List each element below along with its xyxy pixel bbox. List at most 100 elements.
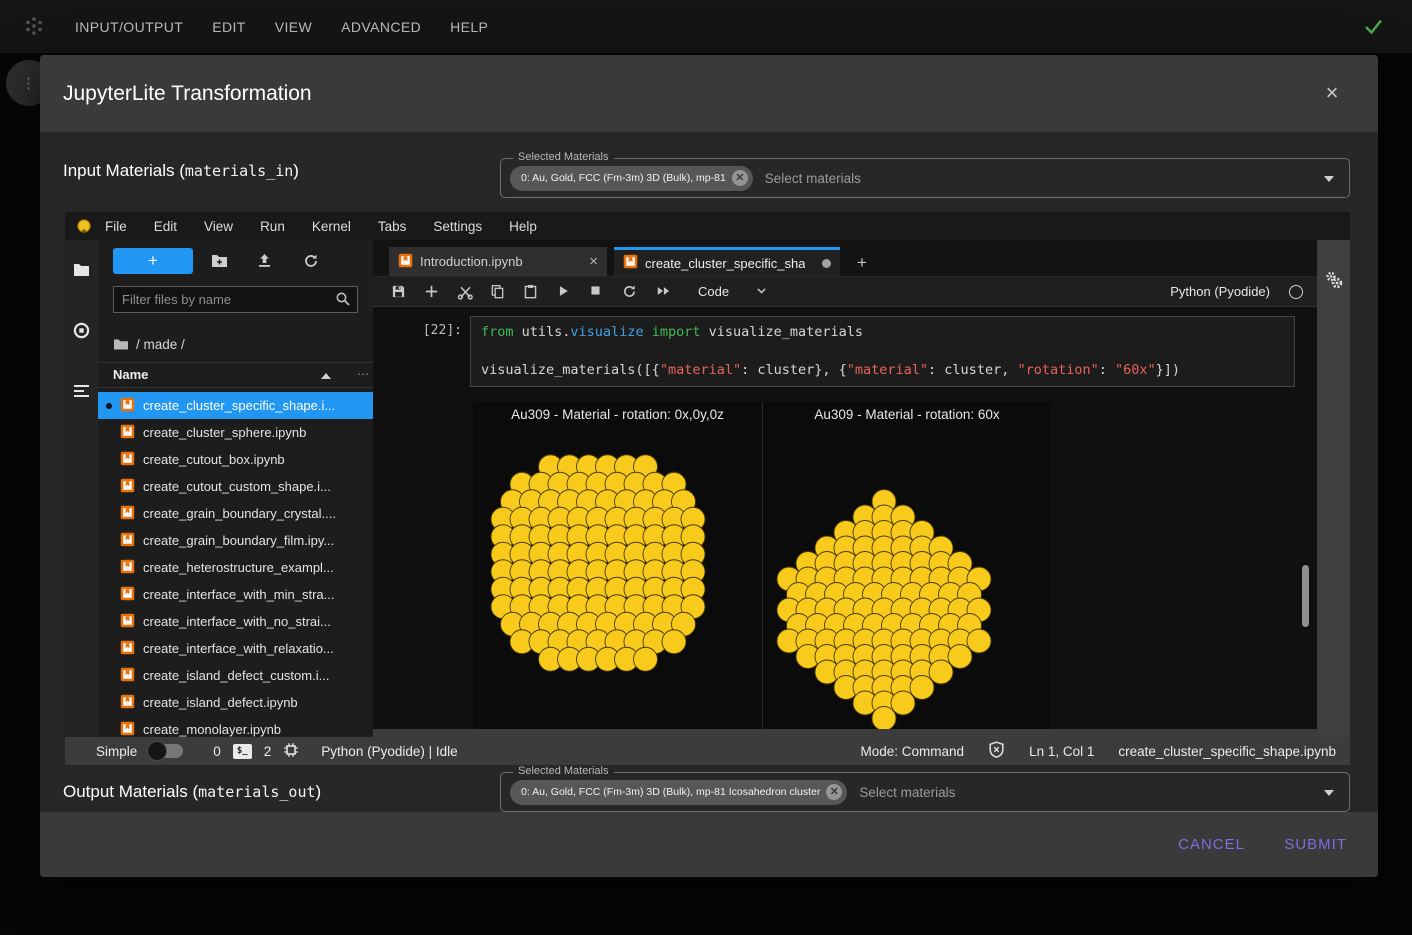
file-row[interactable]: create_interface_with_no_strai... [98, 608, 373, 635]
file-name: create_island_defect.ipynb [143, 695, 298, 710]
insert-icon[interactable] [424, 284, 440, 300]
code-token [644, 324, 652, 340]
appbar-menu-item[interactable]: ADVANCED [341, 19, 421, 35]
new-launcher-button[interactable]: + [113, 248, 193, 274]
jupyter-menubar: File Edit View Run Kernel Tabs Settings Help [65, 212, 1350, 240]
file-row[interactable]: create_grain_boundary_film.ipy... [98, 527, 373, 554]
copy-icon[interactable] [490, 284, 506, 300]
file-row[interactable]: create_island_defect.ipynb [98, 689, 373, 716]
upload-icon[interactable] [257, 253, 272, 273]
cell-type-dropdown[interactable]: Code [698, 284, 768, 300]
atom-cluster-plot [763, 402, 1052, 729]
code-token: : cluster}, { [741, 362, 847, 378]
breadcrumb[interactable]: / made / [113, 337, 185, 352]
chip-remove-icon[interactable]: ✕ [826, 784, 842, 800]
file-row[interactable]: create_monolayer.ipynb [98, 716, 373, 737]
kernel-status-icon[interactable] [1289, 285, 1303, 299]
code-token: : [1099, 362, 1115, 378]
horizontal-scrollbar[interactable] [373, 729, 1317, 737]
chip-remove-icon[interactable]: ✕ [732, 170, 748, 186]
mode-indicator: Mode: Command [861, 744, 965, 759]
run-all-icon[interactable] [655, 284, 671, 300]
vertical-scrollbar-thumb[interactable] [1302, 565, 1309, 627]
check-icon[interactable] [1362, 15, 1385, 38]
paste-icon[interactable] [523, 284, 539, 300]
appbar-menu-item[interactable]: HELP [450, 19, 488, 35]
submit-button[interactable]: SUBMIT [1284, 812, 1347, 877]
sort-ascending-icon [321, 373, 331, 379]
code-token: "60x" [1115, 362, 1156, 378]
file-row[interactable]: create_interface_with_relaxatio... [98, 635, 373, 662]
jupyter-menu-item[interactable]: Run [260, 219, 285, 234]
tab-close-icon[interactable]: × [589, 253, 598, 270]
simple-mode-toggle[interactable] [149, 744, 183, 758]
file-row[interactable]: create_island_defect_custom.i... [98, 662, 373, 689]
file-list-header[interactable]: Name ⋯ [98, 362, 373, 388]
jupyter-menu-item[interactable]: Settings [433, 219, 482, 234]
notebook-tab[interactable]: create_cluster_specific_sha [614, 247, 840, 276]
appbar-menu-item[interactable]: EDIT [212, 19, 246, 35]
appbar-menu-item[interactable]: INPUT/OUTPUT [75, 19, 183, 35]
notebook-toolbar: CodePython (Pyodide) [373, 277, 1317, 307]
jupyterlite-panel: File Edit View Run Kernel Tabs Settings Help + [65, 212, 1350, 765]
output-figure: Au309 - Material - rotation: 0x,0y,0z [473, 402, 762, 729]
search-icon [335, 291, 351, 312]
material-chip[interactable]: 0: Au, Gold, FCC (Fm-3m) 3D (Bulk), mp-8… [510, 780, 847, 805]
file-row[interactable]: create_cluster_specific_shape.i... [98, 392, 373, 419]
jupyter-menu-item[interactable]: Tabs [378, 219, 407, 234]
input-materials-select[interactable]: Selected Materials 0: Au, Gold, FCC (Fm-… [500, 158, 1350, 198]
file-row[interactable]: create_cutout_box.ipynb [98, 446, 373, 473]
file-name: create_cluster_specific_shape.i... [143, 398, 335, 413]
jupyter-menu-item[interactable]: View [204, 219, 233, 234]
stop-icon[interactable] [589, 284, 605, 300]
jupyter-menu-item[interactable]: File [105, 219, 127, 234]
jupyter-menu-item[interactable]: Kernel [312, 219, 351, 234]
cancel-button[interactable]: CANCEL [1178, 812, 1245, 877]
execution-count: [22]: [373, 316, 470, 387]
close-icon[interactable]: × [1320, 81, 1344, 105]
atom-cluster-plot [473, 402, 762, 729]
notebook-file-icon [120, 694, 135, 712]
file-row[interactable]: create_cutout_custom_shape.i... [98, 473, 373, 500]
file-browser: + [98, 240, 373, 737]
code-cell: [22]: from utils.visualize import visual… [373, 316, 1317, 387]
material-chip[interactable]: 0: Au, Gold, FCC (Fm-3m) 3D (Bulk), mp-8… [510, 166, 753, 191]
cut-icon[interactable] [457, 284, 473, 300]
file-browser-tab-icon[interactable] [73, 262, 90, 282]
appbar-menu-item[interactable]: VIEW [275, 19, 312, 35]
name-column-header[interactable]: Name [113, 367, 148, 382]
refresh-icon[interactable] [303, 253, 319, 274]
jupyter-menu-item[interactable]: Edit [154, 219, 177, 234]
output-materials-label: Output Materials (materials_out) [63, 780, 321, 804]
new-folder-icon[interactable] [211, 253, 228, 273]
file-name: create_heterostructure_exampl... [143, 560, 334, 575]
code-token: visualize_materials([{ [481, 362, 660, 378]
notebook-file-icon [120, 397, 135, 415]
file-row[interactable]: create_interface_with_min_stra... [98, 581, 373, 608]
jupyterlite-transformation-dialog: JupyterLite Transformation × Input Mater… [40, 55, 1378, 877]
file-name: create_interface_with_no_strai... [143, 614, 331, 629]
output-materials-select[interactable]: Selected Materials 0: Au, Gold, FCC (Fm-… [500, 772, 1350, 812]
file-row[interactable]: create_cluster_sphere.ipynb [98, 419, 373, 446]
add-tab-button[interactable]: + [849, 250, 875, 276]
jupyter-menu-item[interactable]: Help [509, 219, 537, 234]
code-editor[interactable]: from utils.visualize import visualize_ma… [470, 316, 1295, 387]
trust-shield-icon [988, 741, 1005, 762]
cell-type-label: Code [698, 284, 729, 299]
right-sidebar-strip [1317, 240, 1350, 737]
file-row[interactable]: create_grain_boundary_crystal.... [98, 500, 373, 527]
table-of-contents-tab-icon[interactable] [73, 384, 90, 403]
notebook-tab[interactable]: Introduction.ipynb× [389, 247, 607, 276]
file-filter-input[interactable] [122, 287, 327, 312]
screen: INPUT/OUTPUTEDITVIEWADVANCEDHELP ⋮ Jupyt… [0, 0, 1412, 935]
restart-icon[interactable] [622, 284, 638, 300]
run-icon[interactable] [556, 284, 572, 300]
file-row[interactable]: create_heterostructure_exampl... [98, 554, 373, 581]
running-sessions-tab-icon[interactable] [73, 322, 90, 344]
code-token: visualize [570, 324, 643, 340]
toggle-knob [147, 741, 167, 761]
app-menu: INPUT/OUTPUT EDIT VIEW ADVANCED HELP [75, 0, 488, 53]
property-inspector-gears-icon[interactable] [1324, 270, 1344, 295]
save-icon[interactable] [391, 284, 407, 300]
file-name: create_cutout_custom_shape.i... [143, 479, 331, 494]
